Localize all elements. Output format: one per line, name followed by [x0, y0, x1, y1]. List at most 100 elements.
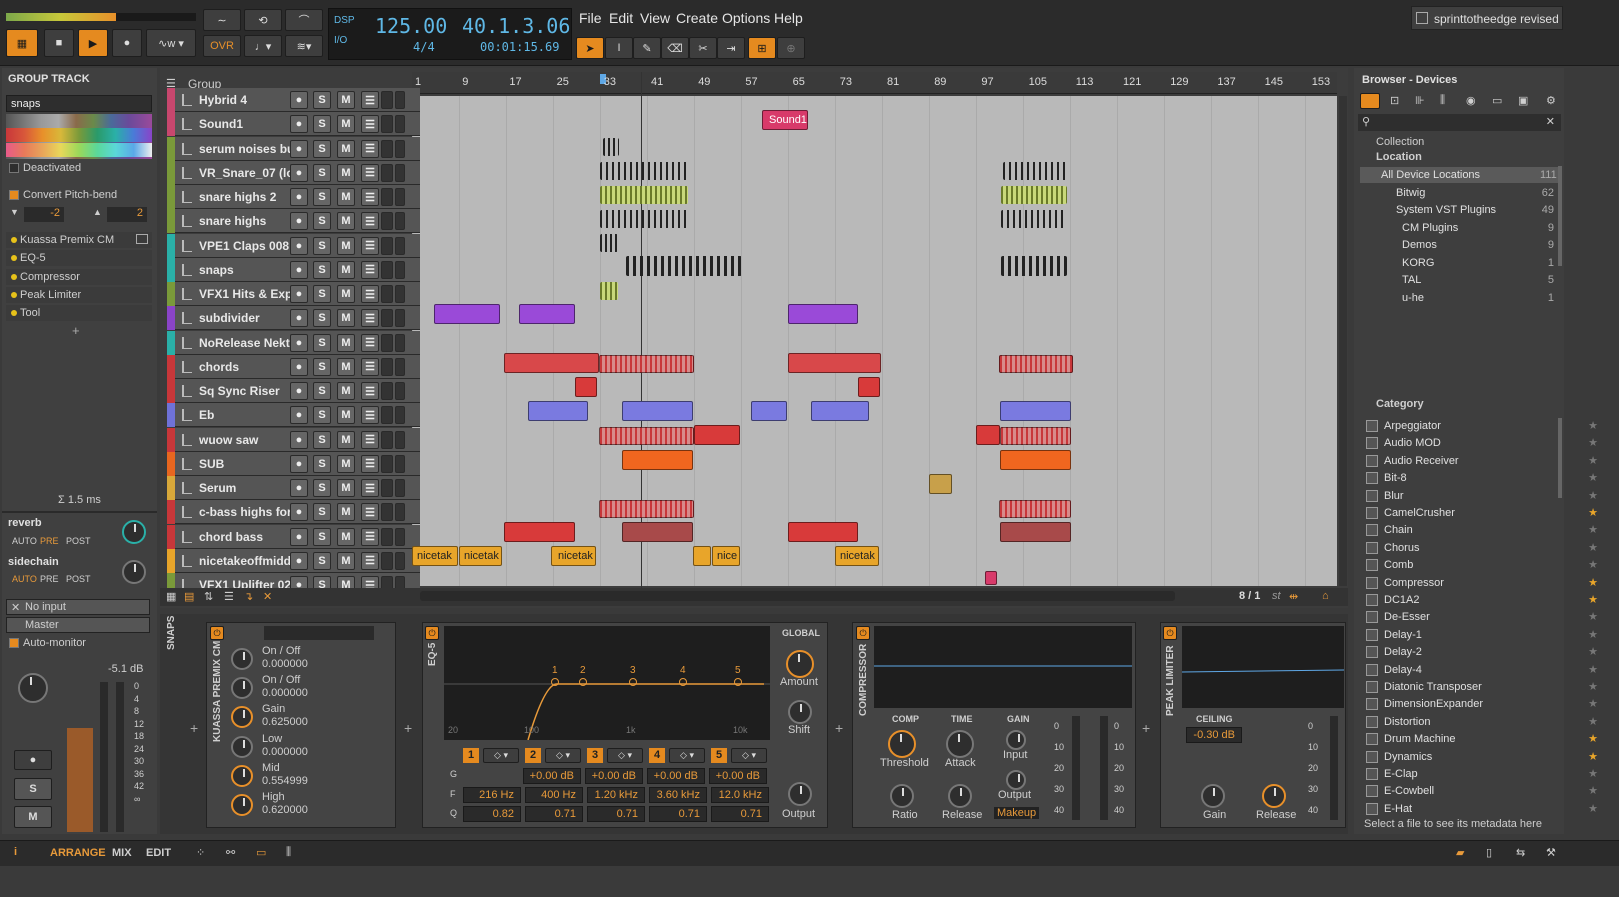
track-menu-icon[interactable]: ☰: [361, 382, 379, 400]
close-icon[interactable]: ✕: [263, 590, 272, 603]
track-menu-icon[interactable]: ☰: [361, 309, 379, 328]
settings-tab-icon[interactable]: ⚙: [1546, 94, 1556, 107]
record-arm-button[interactable]: ●: [290, 212, 308, 231]
eq-amount-knob[interactable]: [786, 650, 814, 678]
track-menu-icon[interactable]: ☰: [361, 115, 379, 134]
category-item[interactable]: DC1A2 ★: [1366, 592, 1600, 609]
star-icon[interactable]: ★: [1588, 628, 1598, 641]
mute-button[interactable]: M: [337, 260, 355, 279]
threshold-knob[interactable]: [888, 730, 916, 758]
category-item[interactable]: Comb ★: [1366, 557, 1600, 574]
device-item[interactable]: Kuassa Premix CM: [6, 232, 152, 248]
device-item[interactable]: Tool: [6, 305, 152, 321]
eq-band-toggle[interactable]: 2: [525, 748, 541, 763]
ovr-button[interactable]: OVR: [203, 35, 241, 57]
clip[interactable]: [999, 355, 1073, 373]
param-knob[interactable]: [231, 648, 253, 670]
solo-button[interactable]: S: [313, 382, 331, 400]
edit-tab[interactable]: EDIT: [146, 847, 171, 859]
star-icon[interactable]: ★: [1588, 471, 1598, 484]
track-header[interactable]: Serum ● S M ☰: [167, 476, 420, 500]
location-scrollbar[interactable]: [1558, 166, 1562, 266]
track-header[interactable]: subdivider ● S M ☰: [167, 306, 420, 331]
clip[interactable]: [599, 355, 694, 373]
track-header[interactable]: VPE1 Claps 008 ● S M ☰: [167, 233, 420, 258]
track-menu-icon[interactable]: ☰: [361, 163, 379, 182]
clip[interactable]: [976, 425, 1000, 445]
track-header[interactable]: c-bass highs for ... ● S M ☰: [167, 500, 420, 525]
add-device-icon[interactable]: +: [404, 720, 412, 736]
record-arm-button[interactable]: ●: [290, 139, 308, 158]
eq-band-g-field[interactable]: +0.00 dB: [709, 768, 767, 784]
device-power-icon[interactable]: ⏻: [1163, 626, 1177, 640]
star-icon[interactable]: ★: [1588, 489, 1598, 502]
metronome-button[interactable]: ♩▾: [244, 35, 282, 57]
star-icon[interactable]: ★: [1588, 732, 1598, 745]
track-name-input[interactable]: snaps: [6, 95, 152, 112]
clip[interactable]: [599, 427, 694, 445]
track-header[interactable]: VFX1 Hits & Expl...● SM ☰: [167, 282, 420, 306]
category-item[interactable]: De-Esser ★: [1366, 609, 1600, 626]
timesig-display[interactable]: 4/4: [413, 40, 435, 54]
tempo-display[interactable]: 125.00: [375, 14, 447, 38]
clip[interactable]: [600, 210, 688, 228]
mute-button[interactable]: M: [337, 212, 355, 231]
add-device-icon[interactable]: +: [190, 720, 198, 736]
clip[interactable]: [600, 162, 688, 180]
play-button[interactable]: ▶: [78, 29, 108, 57]
eq-band-node[interactable]: [579, 678, 587, 686]
record-arm-button[interactable]: ●: [290, 115, 308, 134]
star-icon[interactable]: ★: [1588, 523, 1598, 536]
star-icon[interactable]: ★: [1588, 750, 1598, 763]
clip[interactable]: [622, 450, 693, 470]
category-item[interactable]: Chorus ★: [1366, 540, 1600, 557]
star-icon[interactable]: ★: [1588, 802, 1598, 815]
eq-band-toggle[interactable]: 4: [649, 748, 665, 763]
stop-button[interactable]: ■: [44, 29, 74, 57]
attack-knob[interactable]: [946, 730, 974, 758]
record-arm-button[interactable]: ●: [290, 479, 308, 497]
device-panel-icon[interactable]: ▭: [256, 846, 266, 859]
eq-band-shape-select[interactable]: ◇ ▾: [483, 748, 519, 763]
clip[interactable]: [575, 377, 597, 397]
info-icon[interactable]: i: [14, 846, 17, 858]
deactivated-checkbox[interactable]: [9, 163, 19, 173]
track-header[interactable]: Sq Sync Riser ● S M ☰: [167, 379, 420, 403]
clip[interactable]: [434, 304, 500, 324]
mixer-panel-icon[interactable]: ⫼: [286, 846, 291, 859]
mute-button[interactable]: M: [337, 91, 355, 109]
track-menu-icon[interactable]: ☰: [361, 91, 379, 109]
track-view-icon[interactable]: ▦: [166, 590, 176, 603]
clip[interactable]: [1000, 427, 1071, 445]
eq-band-f-field[interactable]: 216 Hz: [463, 787, 521, 803]
menu-options[interactable]: Options: [722, 10, 770, 26]
device-item[interactable]: Peak Limiter: [6, 287, 152, 303]
clip[interactable]: [694, 425, 740, 445]
record-arm-button[interactable]: ●: [290, 430, 308, 449]
release-knob[interactable]: [948, 784, 972, 808]
eq-shift-knob[interactable]: [788, 700, 812, 724]
solo-button[interactable]: S: [313, 236, 331, 255]
clip[interactable]: [858, 377, 880, 397]
track-header[interactable]: Hybrid 4 ● S M ☰: [167, 88, 420, 112]
menu-file[interactable]: File: [579, 10, 602, 26]
track-header[interactable]: Sound1 ● S M ☰: [167, 112, 420, 137]
mute-button[interactable]: M: [337, 382, 355, 400]
clip[interactable]: [504, 353, 599, 373]
automation-icon[interactable]: ⁘: [196, 846, 205, 859]
limiter-gain-knob[interactable]: [1201, 784, 1225, 808]
eq-band-shape-select[interactable]: ◇ ▾: [607, 748, 643, 763]
menu-view[interactable]: View: [640, 10, 670, 26]
solo-button[interactable]: S: [313, 212, 331, 231]
clip[interactable]: [599, 500, 694, 518]
track-menu-icon[interactable]: ☰: [361, 139, 379, 158]
category-item[interactable]: Compressor ★: [1366, 575, 1600, 592]
param-knob[interactable]: [231, 794, 253, 816]
track-menu-icon[interactable]: ☰: [361, 236, 379, 255]
category-scrollbar[interactable]: [1558, 418, 1562, 498]
record-arm-button[interactable]: ●: [290, 236, 308, 255]
input-select[interactable]: ✕ No input: [6, 599, 150, 615]
mute-button[interactable]: M: [337, 333, 355, 352]
eq-band-node[interactable]: [551, 678, 559, 686]
clip[interactable]: [600, 234, 618, 252]
